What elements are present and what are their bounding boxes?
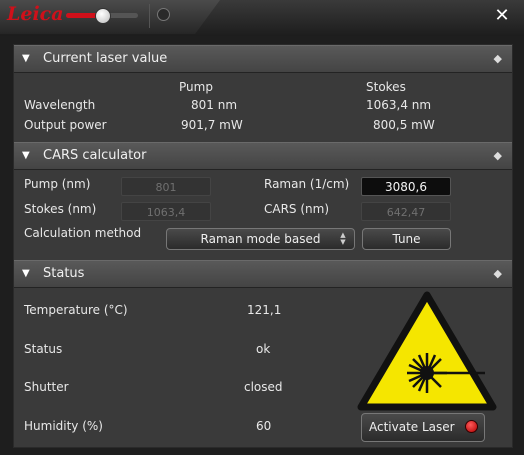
tune-button[interactable]: Tune xyxy=(362,228,451,250)
calculation-method-label: Calculation method xyxy=(24,226,142,240)
collapse-triangle-icon[interactable]: ▼ xyxy=(22,150,30,161)
section-title: CARS calculator xyxy=(43,148,147,163)
wavelength-stokes-value: 1063,4 nm xyxy=(366,98,432,112)
stokes-label: Stokes (nm) xyxy=(24,202,97,216)
shutter-label: Shutter xyxy=(24,380,69,394)
power-pump-value: 901,7 mW xyxy=(181,118,243,132)
collapse-triangle-icon[interactable]: ▼ xyxy=(22,53,30,64)
title-bar: Leica ✕ xyxy=(0,0,524,36)
stokes-input[interactable]: 1063,4 xyxy=(121,202,211,221)
power-stokes-value: 800,5 mW xyxy=(373,118,435,132)
col-header-stokes: Stokes xyxy=(366,80,406,94)
calculation-method-select[interactable]: Raman mode based ▲ ▼ xyxy=(166,228,355,250)
row-label-output-power: Output power xyxy=(24,118,107,132)
humidity-value: 60 xyxy=(256,419,272,433)
up-down-arrows-icon: ▲ ▼ xyxy=(340,231,346,246)
pump-label: Pump (nm) xyxy=(24,177,91,191)
shutter-value: closed xyxy=(244,380,283,394)
divider xyxy=(149,4,150,28)
opacity-slider[interactable] xyxy=(66,8,138,24)
cars-input[interactable]: 642,47 xyxy=(361,202,451,221)
humidity-label: Humidity (%) xyxy=(24,419,103,433)
collapse-triangle-icon[interactable]: ▼ xyxy=(22,268,30,279)
section-status-header[interactable]: ▼ Status ◆ xyxy=(14,260,512,288)
row-label-wavelength: Wavelength xyxy=(24,98,96,112)
col-header-pump: Pump xyxy=(179,80,213,94)
pin-icon[interactable]: ◆ xyxy=(494,149,502,162)
selected-method: Raman mode based xyxy=(200,232,321,246)
status-value: ok xyxy=(256,342,271,356)
activate-laser-button[interactable]: Activate Laser xyxy=(361,413,485,442)
status-label: Status xyxy=(24,342,63,356)
slider-knob[interactable] xyxy=(95,8,111,24)
circle-toggle-button[interactable] xyxy=(157,8,170,21)
laser-warning-icon xyxy=(357,291,497,411)
logo-area: Leica xyxy=(0,0,220,34)
raman-label: Raman (1/cm) xyxy=(264,177,350,191)
section-current-laser-header[interactable]: ▼ Current laser value ◆ xyxy=(14,45,512,73)
temperature-value: 121,1 xyxy=(247,303,282,317)
laser-status-led-icon xyxy=(465,420,478,433)
wavelength-pump-value: 801 nm xyxy=(191,98,238,112)
pin-icon[interactable]: ◆ xyxy=(494,267,502,280)
raman-input[interactable]: 3080,6 xyxy=(361,177,451,196)
pump-input[interactable]: 801 xyxy=(121,177,211,196)
leica-logo: Leica xyxy=(7,3,64,25)
pin-icon[interactable]: ◆ xyxy=(494,52,502,65)
laser-panel: ▼ Current laser value ◆ Pump Stokes Wave… xyxy=(13,44,513,448)
section-title: Current laser value xyxy=(43,51,168,66)
activate-laser-label: Activate Laser xyxy=(369,420,455,434)
section-cars-header[interactable]: ▼ CARS calculator ◆ xyxy=(14,142,512,170)
temperature-label: Temperature (°C) xyxy=(24,303,128,317)
close-icon[interactable]: ✕ xyxy=(492,6,512,26)
cars-label: CARS (nm) xyxy=(264,202,330,216)
section-title: Status xyxy=(43,266,85,281)
